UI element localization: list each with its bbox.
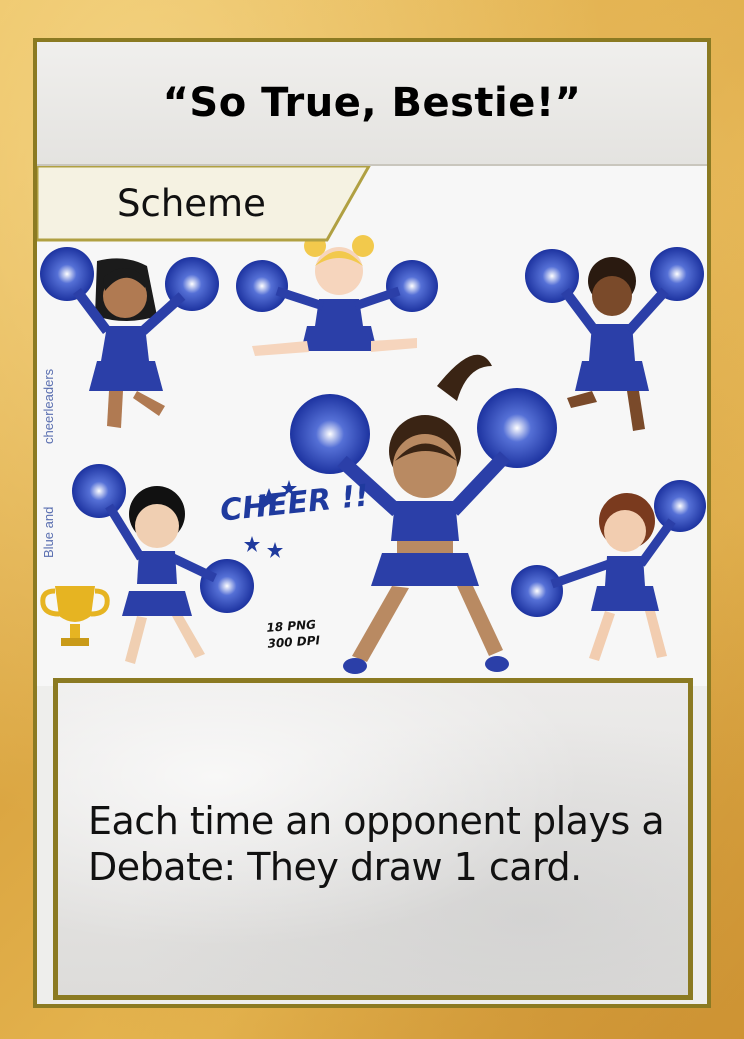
type-banner: Scheme xyxy=(37,166,377,242)
png-note: 18 PNG 300 DPI xyxy=(266,616,321,652)
rules-box: Each time an opponent plays a Debate: Th… xyxy=(53,678,693,1000)
trophy-icon xyxy=(40,586,110,646)
cheerleader-5 xyxy=(511,480,706,661)
cheerleaders-illustration xyxy=(40,235,706,674)
rules-text: Each time an opponent plays a Debate: Th… xyxy=(88,799,665,889)
cheerleader-1 xyxy=(40,247,219,428)
side-caption: Blue and xyxy=(41,506,56,558)
card-art: Blue and cheerleaders CHEER !! 18 PNG 30… xyxy=(37,166,707,686)
card-type: Scheme xyxy=(117,182,266,225)
card-title: “So True, Bestie!” xyxy=(162,80,582,126)
title-bar: “So True, Bestie!” xyxy=(37,42,707,166)
side-caption-2: cheerleaders xyxy=(41,368,56,444)
cheerleader-3 xyxy=(525,247,704,431)
cheerleader-2 xyxy=(236,235,438,356)
